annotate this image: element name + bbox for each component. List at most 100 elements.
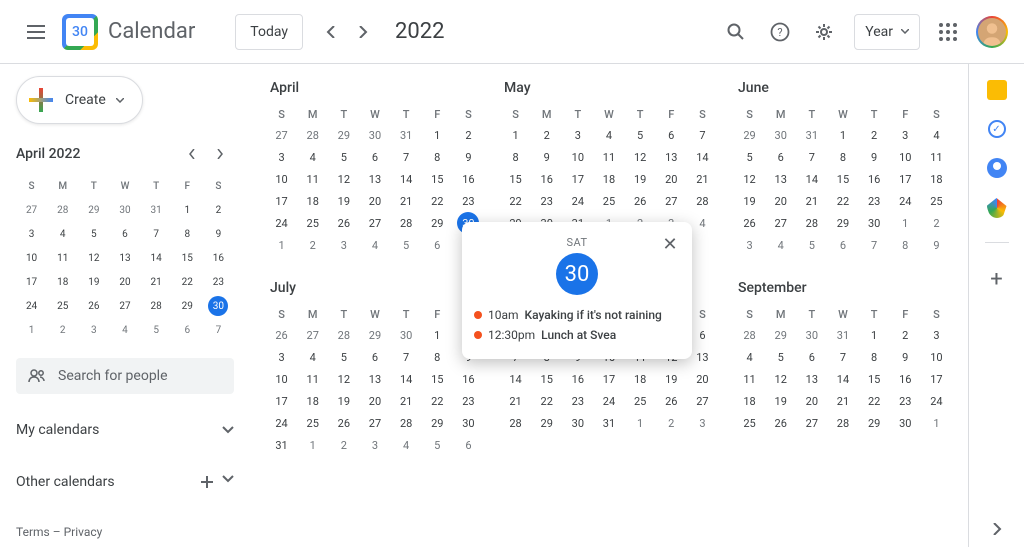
- calendar-day[interactable]: 20: [765, 190, 796, 212]
- calendar-day[interactable]: 12: [78, 246, 109, 270]
- calendar-day[interactable]: 7: [687, 124, 718, 146]
- calendar-day[interactable]: 6: [422, 234, 453, 256]
- calendar-day[interactable]: 22: [827, 190, 858, 212]
- calendar-day[interactable]: 13: [765, 168, 796, 190]
- calendar-day[interactable]: 11: [297, 368, 328, 390]
- next-period-button[interactable]: [347, 16, 379, 48]
- calendar-day[interactable]: 7: [796, 146, 827, 168]
- calendar-day[interactable]: 31: [593, 412, 624, 434]
- calendar-day[interactable]: 27: [765, 212, 796, 234]
- calendar-day[interactable]: 4: [765, 234, 796, 256]
- calendar-day[interactable]: 31: [827, 324, 858, 346]
- calendar-day[interactable]: 15: [422, 368, 453, 390]
- calendar-day[interactable]: 1: [297, 434, 328, 456]
- calendar-day[interactable]: 11: [593, 146, 624, 168]
- calendar-day[interactable]: 4: [734, 346, 765, 368]
- calendar-day[interactable]: 4: [921, 124, 952, 146]
- hide-side-panel-button[interactable]: [992, 523, 1002, 535]
- calendar-day[interactable]: 10: [890, 146, 921, 168]
- calendar-day[interactable]: 25: [734, 412, 765, 434]
- calendar-day[interactable]: 15: [531, 368, 562, 390]
- calendar-day[interactable]: 24: [562, 190, 593, 212]
- calendar-day[interactable]: 26: [734, 212, 765, 234]
- calendar-day[interactable]: 22: [422, 190, 453, 212]
- calendar-day[interactable]: 12: [734, 168, 765, 190]
- calendar-day[interactable]: 13: [656, 146, 687, 168]
- calendar-day[interactable]: 27: [359, 212, 390, 234]
- calendar-day[interactable]: 25: [297, 212, 328, 234]
- calendar-day[interactable]: 27: [297, 324, 328, 346]
- calendar-day[interactable]: 16: [453, 368, 484, 390]
- calendar-day[interactable]: 15: [827, 168, 858, 190]
- calendar-day[interactable]: 30: [109, 198, 140, 222]
- calendar-day[interactable]: 6: [172, 318, 203, 342]
- calendar-day[interactable]: 9: [890, 346, 921, 368]
- calendar-day[interactable]: 29: [531, 412, 562, 434]
- calendar-day[interactable]: 28: [391, 212, 422, 234]
- calendar-day[interactable]: 1: [422, 324, 453, 346]
- calendar-day[interactable]: 4: [109, 318, 140, 342]
- calendar-day[interactable]: 30: [359, 124, 390, 146]
- calendar-day[interactable]: 14: [391, 168, 422, 190]
- calendar-day[interactable]: 5: [78, 222, 109, 246]
- calendar-day[interactable]: 29: [172, 294, 203, 318]
- calendar-day[interactable]: 26: [765, 412, 796, 434]
- calendar-day[interactable]: 25: [47, 294, 78, 318]
- calendar-day[interactable]: 29: [78, 198, 109, 222]
- calendar-day[interactable]: 14: [500, 368, 531, 390]
- calendar-day[interactable]: 9: [531, 146, 562, 168]
- today-button[interactable]: Today: [235, 14, 303, 50]
- calendar-day[interactable]: 8: [827, 146, 858, 168]
- calendar-day[interactable]: 14: [827, 368, 858, 390]
- calendar-day[interactable]: 8: [422, 146, 453, 168]
- calendar-day[interactable]: 28: [47, 198, 78, 222]
- popup-close-button[interactable]: ✕: [658, 232, 682, 256]
- calendar-day[interactable]: 3: [890, 124, 921, 146]
- calendar-day[interactable]: 24: [266, 412, 297, 434]
- calendar-day[interactable]: 29: [422, 212, 453, 234]
- calendar-day[interactable]: 15: [422, 168, 453, 190]
- calendar-day[interactable]: 17: [890, 168, 921, 190]
- calendar-day[interactable]: 2: [328, 434, 359, 456]
- calendar-day[interactable]: 16: [453, 168, 484, 190]
- calendar-day[interactable]: 30: [203, 294, 234, 318]
- calendar-day[interactable]: 31: [266, 434, 297, 456]
- calendar-day[interactable]: 28: [796, 212, 827, 234]
- calendar-day[interactable]: 14: [796, 168, 827, 190]
- calendar-day[interactable]: 31: [796, 124, 827, 146]
- calendar-day[interactable]: 2: [921, 212, 952, 234]
- calendar-day[interactable]: 11: [921, 146, 952, 168]
- month-name-label[interactable]: June: [734, 80, 952, 96]
- calendar-day[interactable]: 13: [359, 168, 390, 190]
- calendar-day[interactable]: 10: [266, 168, 297, 190]
- calendar-day[interactable]: 5: [796, 234, 827, 256]
- calendar-day[interactable]: 6: [765, 146, 796, 168]
- calendar-day[interactable]: 26: [656, 390, 687, 412]
- calendar-day[interactable]: 19: [656, 368, 687, 390]
- event-item[interactable]: 12:30pmLunch at Svea: [474, 325, 680, 345]
- calendar-day[interactable]: 20: [656, 168, 687, 190]
- calendar-day[interactable]: 28: [687, 190, 718, 212]
- calendar-day[interactable]: 8: [890, 234, 921, 256]
- calendar-day[interactable]: 28: [500, 412, 531, 434]
- calendar-day[interactable]: 1: [172, 198, 203, 222]
- calendar-day[interactable]: 28: [328, 324, 359, 346]
- calendar-day[interactable]: 28: [734, 324, 765, 346]
- calendar-day[interactable]: 27: [687, 390, 718, 412]
- event-item[interactable]: 10amKayaking if it's not raining: [474, 305, 680, 325]
- calendar-day[interactable]: 23: [562, 390, 593, 412]
- calendar-day[interactable]: 1: [625, 412, 656, 434]
- calendar-day[interactable]: 1: [500, 124, 531, 146]
- calendar-day[interactable]: 5: [328, 146, 359, 168]
- calendar-day[interactable]: 18: [625, 368, 656, 390]
- calendar-day[interactable]: 5: [141, 318, 172, 342]
- calendar-day[interactable]: 18: [297, 190, 328, 212]
- calendar-day[interactable]: 23: [890, 390, 921, 412]
- keep-icon[interactable]: [987, 80, 1007, 100]
- calendar-day[interactable]: 3: [921, 324, 952, 346]
- calendar-day[interactable]: 21: [687, 168, 718, 190]
- account-avatar[interactable]: [976, 16, 1008, 48]
- calendar-day[interactable]: 5: [328, 346, 359, 368]
- calendar-day[interactable]: 2: [531, 124, 562, 146]
- calendar-day[interactable]: 30: [453, 412, 484, 434]
